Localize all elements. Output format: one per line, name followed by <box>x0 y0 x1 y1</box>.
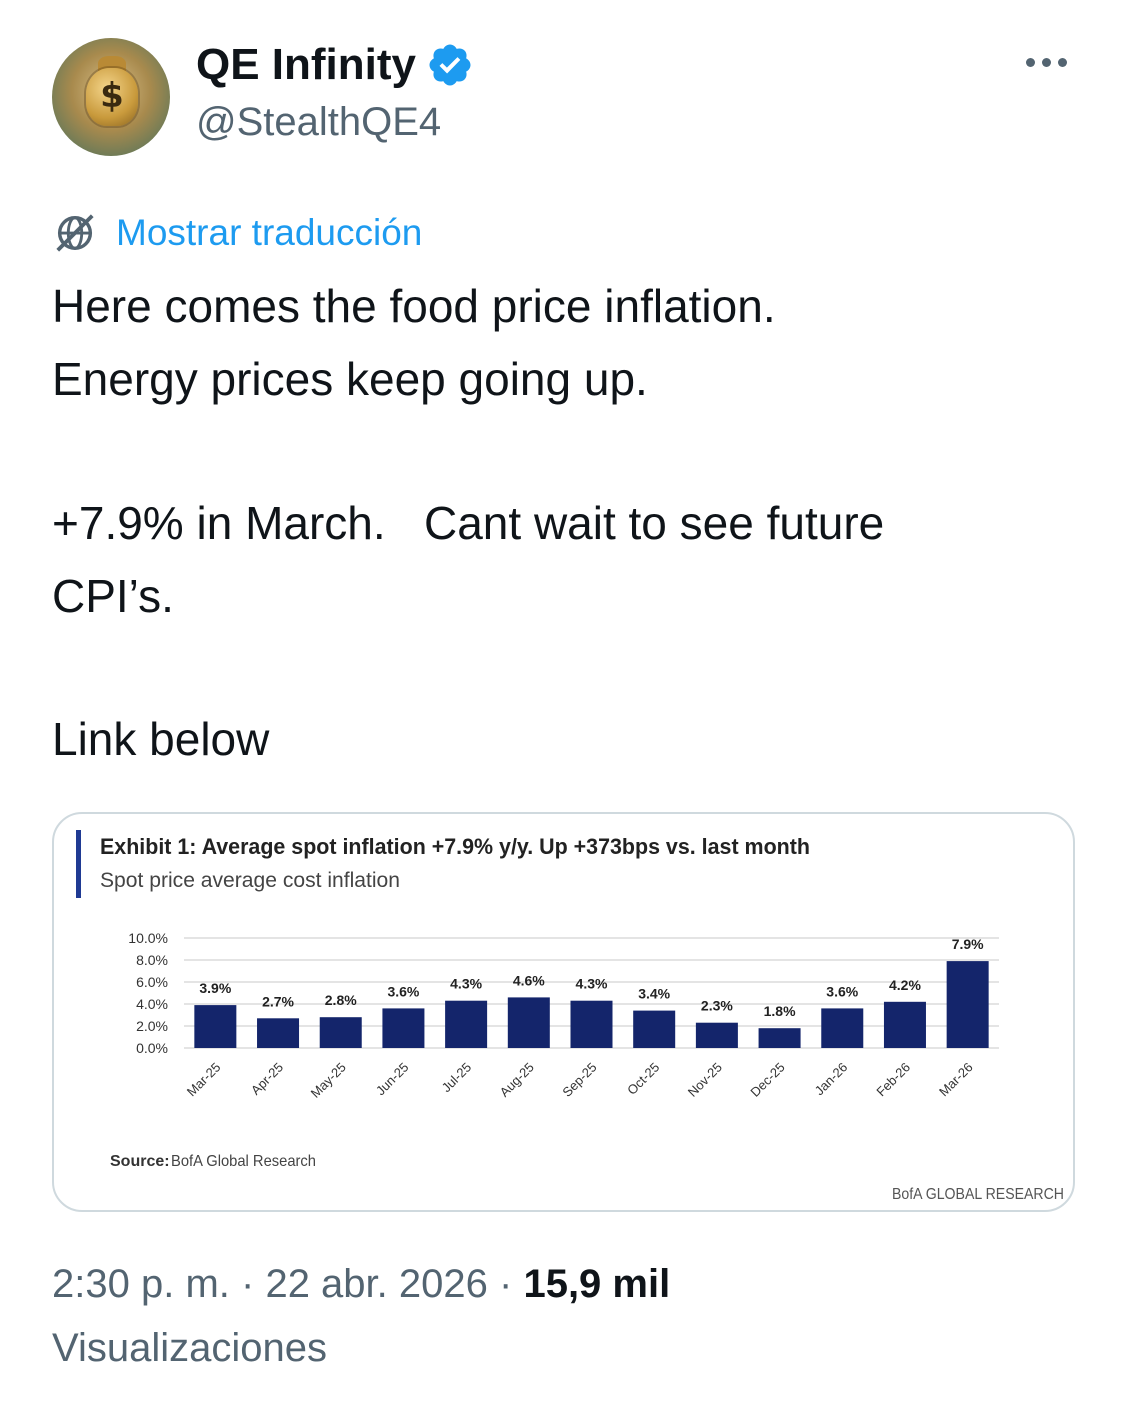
author-handle[interactable]: @StealthQE4 <box>196 100 441 145</box>
data-label: 4.3% <box>576 976 608 992</box>
data-label: 4.3% <box>450 976 482 992</box>
y-tick-label: 6.0% <box>136 974 168 990</box>
tweet-text-line: Here comes the food price inflation. <box>52 280 776 332</box>
data-label: 3.9% <box>199 980 231 996</box>
data-label: 1.8% <box>764 1003 796 1019</box>
data-label: 3.6% <box>387 983 419 999</box>
tweet-time[interactable]: 2:30 p. m. <box>52 1262 230 1306</box>
chart-subtitle: Spot price average cost inflation <box>100 869 400 892</box>
bar <box>570 1000 613 1048</box>
bar <box>883 1001 926 1048</box>
x-tick-label: Jan-26 <box>812 1060 851 1099</box>
x-tick-label: Feb-26 <box>873 1060 913 1100</box>
bar <box>633 1010 676 1048</box>
more-dot-icon <box>1058 58 1067 67</box>
y-tick-label: 10.0% <box>128 930 168 946</box>
source-text: BofA Global Research <box>171 1153 316 1170</box>
more-dot-icon <box>1042 58 1051 67</box>
views-count: 15,9 mil <box>523 1262 671 1306</box>
data-label: 3.4% <box>638 986 670 1002</box>
watermark: BofA GLOBAL RESEARCH <box>892 1186 1064 1203</box>
more-options-button[interactable] <box>1020 52 1073 73</box>
bar <box>507 997 550 1048</box>
show-translation-button[interactable]: Mostrar traducción <box>52 210 422 256</box>
tweet-date[interactable]: 22 abr. 2026 <box>265 1262 487 1306</box>
author-row: QE Infinity <box>196 40 474 90</box>
globe-slash-icon <box>56 214 94 252</box>
bar <box>695 1022 738 1048</box>
title-accent-bar <box>76 830 81 898</box>
x-tick-label: May-25 <box>308 1060 349 1101</box>
data-label: 2.8% <box>325 992 357 1008</box>
bar <box>758 1028 801 1048</box>
bar-chart: Exhibit 1: Average spot inflation +7.9% … <box>76 830 1064 1203</box>
tweet-text-line: Energy prices keep going up. <box>52 353 648 405</box>
data-label: 7.9% <box>952 936 984 952</box>
chart-image-card[interactable]: Exhibit 1: Average spot inflation +7.9% … <box>52 812 1075 1212</box>
meta-separator: · <box>499 1262 513 1306</box>
bar <box>821 1008 864 1048</box>
views-label: Visualizaciones <box>52 1326 327 1370</box>
x-tick-label: Aug-25 <box>497 1060 537 1100</box>
bar <box>445 1000 488 1048</box>
verified-badge-icon[interactable] <box>426 41 474 89</box>
source-label: Source: <box>110 1153 170 1170</box>
y-tick-label: 2.0% <box>136 1018 168 1034</box>
bar <box>257 1018 300 1048</box>
x-tick-label: Mar-26 <box>936 1060 976 1100</box>
tweet-text-line: +7.9% in March. Cant wait to see future <box>52 497 885 549</box>
data-label: 3.6% <box>826 983 858 999</box>
avatar[interactable]: $ <box>52 38 170 156</box>
x-tick-label: Apr-25 <box>248 1060 286 1098</box>
bar <box>194 1005 237 1048</box>
data-label: 2.3% <box>701 998 733 1014</box>
x-tick-label: Nov-25 <box>685 1060 725 1100</box>
y-tick-label: 8.0% <box>136 952 168 968</box>
x-tick-label: Dec-25 <box>747 1060 787 1100</box>
bar <box>382 1008 425 1048</box>
data-label: 4.2% <box>889 977 921 993</box>
show-translation-label: Mostrar traducción <box>116 212 423 253</box>
data-label: 4.6% <box>513 972 545 988</box>
y-tick-label: 0.0% <box>136 1040 168 1056</box>
y-tick-label: 4.0% <box>136 996 168 1012</box>
tweet-text-line: CPI’s. <box>52 570 174 622</box>
bar <box>946 961 989 1048</box>
x-tick-label: Mar-25 <box>184 1060 224 1100</box>
x-tick-label: Jul-25 <box>439 1060 475 1096</box>
data-label: 2.7% <box>262 993 294 1009</box>
x-tick-label: Sep-25 <box>559 1060 599 1100</box>
tweet-meta: 2:30 p. m. · 22 abr. 2026 · 15,9 mil <box>52 1262 670 1307</box>
chart-title: Exhibit 1: Average spot inflation +7.9% … <box>100 834 810 859</box>
meta-separator: · <box>241 1262 255 1306</box>
x-tick-label: Oct-25 <box>624 1060 662 1098</box>
author-name[interactable]: QE Infinity <box>196 40 416 90</box>
tweet-text-line: Link below <box>52 713 270 765</box>
x-tick-label: Jun-25 <box>373 1060 412 1099</box>
dollar-sign: $ <box>100 76 124 116</box>
bar <box>319 1017 362 1048</box>
more-dot-icon <box>1026 58 1035 67</box>
